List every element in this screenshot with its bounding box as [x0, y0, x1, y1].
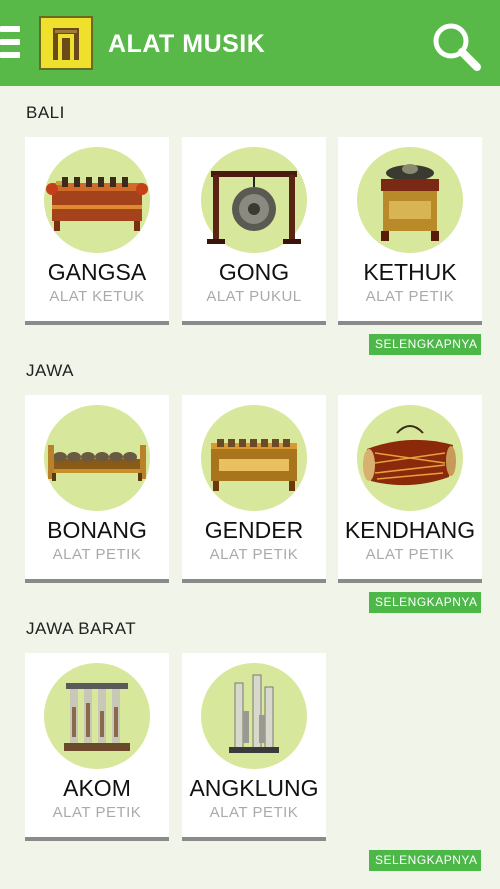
instrument-card-gangsa[interactable]: GANGSA ALAT KETUK: [25, 137, 169, 325]
instrument-name: KETHUK: [363, 259, 457, 285]
see-more-button-bali[interactable]: SELENGKAPNYA: [369, 334, 481, 355]
gender-icon: [201, 405, 307, 511]
instrument-card-gong[interactable]: GONG ALAT PUKUL: [182, 137, 326, 325]
instrument-card-gender[interactable]: GENDER ALAT PETIK: [182, 395, 326, 583]
kethuk-icon: [357, 147, 463, 253]
akom-icon: [44, 663, 150, 769]
menu-icon[interactable]: [0, 26, 20, 58]
bonang-icon: [44, 405, 150, 511]
gangsa-icon: [44, 147, 150, 253]
angklung-icon: [201, 663, 307, 769]
search-icon[interactable]: [430, 20, 482, 72]
see-more-button-jawa-barat[interactable]: SELENGKAPNYA: [369, 850, 481, 871]
instrument-card-bonang[interactable]: BONANG ALAT PETIK: [25, 395, 169, 583]
instrument-name: GENDER: [204, 517, 304, 543]
instrument-name: GANGSA: [47, 259, 147, 285]
instrument-type: ALAT PETIK: [52, 546, 142, 563]
instrument-type: ALAT PETIK: [52, 804, 142, 821]
section-label-jawa: JAWA: [26, 361, 74, 380]
section-label-bali: BALI: [26, 103, 65, 122]
instrument-name: BONANG: [47, 517, 147, 543]
app-bar: ALAT MUSIK: [0, 0, 500, 86]
gong-icon: [201, 147, 307, 253]
see-more-button-jawa[interactable]: SELENGKAPNYA: [369, 592, 481, 613]
instrument-type: ALAT KETUK: [49, 288, 145, 305]
instrument-type: ALAT PUKUL: [206, 288, 302, 305]
instrument-card-akom[interactable]: AKOM ALAT PETIK: [25, 653, 169, 841]
instrument-card-angklung[interactable]: ANGKLUNG ALAT PETIK: [182, 653, 326, 841]
instrument-card-kendhang[interactable]: KENDHANG ALAT PETIK: [338, 395, 482, 583]
instrument-name: AKOM: [63, 775, 131, 801]
app-logo: [39, 16, 93, 70]
instrument-name: KENDHANG: [344, 517, 476, 543]
app-title: ALAT MUSIK: [108, 30, 266, 58]
instrument-name: ANGKLUNG: [189, 775, 319, 801]
instrument-name: GONG: [218, 259, 290, 285]
instrument-card-kethuk[interactable]: KETHUK ALAT PETIK: [338, 137, 482, 325]
instrument-type: ALAT PETIK: [209, 804, 299, 821]
instrument-type: ALAT PETIK: [365, 288, 455, 305]
instrument-type: ALAT PETIK: [365, 546, 455, 563]
kendhang-icon: [357, 405, 463, 511]
instrument-type: ALAT PETIK: [209, 546, 299, 563]
section-label-jawa-barat: JAWA BARAT: [26, 619, 137, 638]
